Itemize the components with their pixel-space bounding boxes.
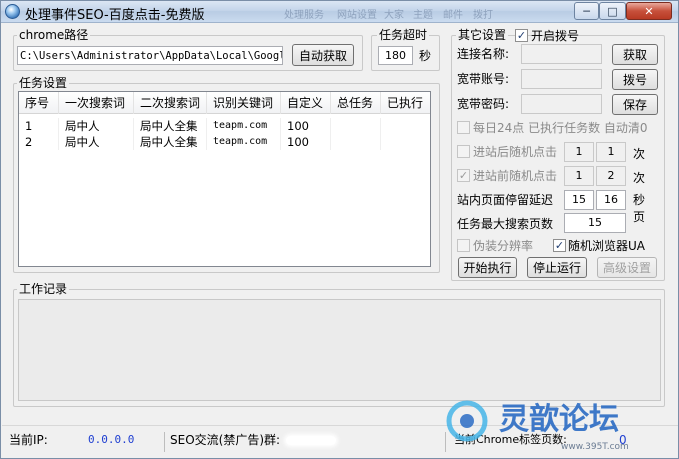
before-random-checkbox[interactable]: ✓	[457, 169, 470, 182]
dialup-checkbox[interactable]: ✓	[515, 29, 528, 42]
minimize-icon: ─	[583, 4, 590, 18]
random-ua-checkbox[interactable]: ✓	[553, 239, 566, 252]
fake-res-checkbox[interactable]	[457, 239, 470, 252]
account-input[interactable]	[521, 69, 602, 89]
password-label: 宽带密码:	[457, 97, 510, 111]
window-title: 处理事件SEO-百度点击-免费版	[25, 8, 205, 23]
timeout-label: 任务超时	[377, 28, 430, 42]
table-cell: 2	[19, 134, 59, 150]
task-table[interactable]: 序号 一次搜索词 二次搜索词 识别关键词 自定义 总任务 已执行 1 局中人 局…	[18, 91, 431, 267]
watermark-url: www.395T.com	[561, 442, 629, 452]
task-settings-label: 任务设置	[17, 76, 70, 90]
title-bar[interactable]: 处理事件SEO-百度点击-免费版 处理服务 网站设置 大家 主题 邮件 拨打 ─…	[1, 1, 678, 23]
table-cell	[381, 118, 430, 134]
main-window: 处理事件SEO-百度点击-免费版 处理服务 网站设置 大家 主题 邮件 拨打 ─…	[0, 0, 679, 459]
column-header[interactable]: 序号	[19, 92, 59, 114]
minimize-button[interactable]: ─	[574, 2, 599, 20]
before-max-input[interactable]: 2	[596, 166, 626, 186]
dwell-label: 站内页面停留延迟	[457, 193, 554, 207]
fake-res-label: 伪装分辨率	[473, 239, 534, 253]
work-log-area[interactable]	[18, 299, 661, 401]
advanced-button[interactable]: 高级设置	[597, 257, 657, 278]
ghost-title-text: 网站设置	[337, 10, 377, 21]
table-cell	[331, 134, 381, 150]
blurred-group-number	[286, 436, 336, 445]
column-header[interactable]: 识别关键词	[207, 92, 281, 114]
table-cell: 局中人	[59, 134, 134, 150]
before-random-label: 进站前随机点击	[473, 169, 558, 183]
conn-name-label: 连接名称:	[457, 47, 510, 61]
close-button[interactable]: ✕	[626, 2, 672, 20]
table-cell: 局中人全集	[134, 118, 207, 134]
start-button[interactable]: 开始执行	[458, 257, 517, 278]
column-header[interactable]: 已执行	[381, 92, 430, 114]
ghost-title-text: 大家	[384, 10, 404, 21]
account-label: 宽带账号:	[457, 72, 510, 86]
table-cell: teapm.com	[207, 134, 281, 150]
app-logo-icon	[5, 4, 20, 19]
table-cell	[331, 118, 381, 134]
before-unit: 次	[633, 171, 646, 185]
table-cell: 1	[19, 118, 59, 134]
after-random-label: 进站后随机点击	[473, 145, 558, 159]
after-min-input[interactable]: 1	[564, 142, 594, 162]
dial-button[interactable]: 拨号	[612, 69, 658, 90]
close-icon: ✕	[644, 4, 654, 18]
random-ua-label: 随机浏览器UA	[568, 239, 645, 253]
ghost-title-text: 主题	[413, 10, 433, 21]
table-cell: 局中人全集	[134, 134, 207, 150]
conn-name-input[interactable]	[521, 44, 602, 64]
watermark-dot-icon	[460, 414, 474, 428]
table-header: 序号 一次搜索词 二次搜索词 识别关键词 自定义 总任务 已执行	[19, 92, 430, 114]
table-cell: 100	[281, 134, 331, 150]
timeout-unit: 秒	[419, 49, 432, 63]
ghost-title-text: 处理服务	[284, 10, 324, 21]
daily-reset-label: 每日24点 已执行任务数 自动清0	[473, 121, 648, 135]
table-cell: 100	[281, 118, 331, 134]
work-log-label: 工作记录	[17, 282, 70, 296]
pages-unit: 页	[633, 210, 646, 224]
before-min-input[interactable]: 1	[564, 166, 594, 186]
column-header[interactable]: 总任务	[331, 92, 381, 114]
max-pages-input[interactable]: 15	[564, 213, 626, 233]
timeout-input[interactable]: 180	[378, 46, 413, 65]
ip-label: 当前IP:	[9, 433, 48, 447]
table-row[interactable]: 1 局中人 局中人全集 teapm.com 100	[19, 118, 430, 134]
column-header[interactable]: 一次搜索词	[59, 92, 134, 114]
stop-button[interactable]: 停止运行	[527, 257, 587, 278]
chrome-path-input[interactable]: C:\Users\Administrator\AppData\Local\Goo…	[17, 46, 283, 65]
ghost-title-text: 邮件	[443, 10, 463, 21]
watermark-brand: 灵歆论坛	[499, 402, 619, 437]
qq-group-label: SEO交流(禁广告)群:	[170, 433, 281, 447]
column-header[interactable]: 二次搜索词	[134, 92, 207, 114]
ghost-title-text: 拨打	[473, 10, 493, 21]
save-button[interactable]: 保存	[612, 94, 658, 115]
auto-get-button[interactable]: 自动获取	[292, 44, 354, 66]
password-input[interactable]	[521, 94, 602, 114]
watermark-logo: 灵歆论坛 www.395T.com	[446, 400, 629, 452]
ip-value: 0.0.0.0	[88, 433, 135, 446]
maximize-button[interactable]: □	[599, 2, 626, 20]
get-button[interactable]: 获取	[612, 44, 658, 65]
maximize-icon: □	[607, 4, 618, 18]
table-cell	[381, 134, 430, 150]
table-cell: 局中人	[59, 118, 134, 134]
chrome-path-label: chrome路径	[17, 28, 91, 42]
max-pages-label: 任务最大搜索页数	[457, 217, 554, 231]
table-row[interactable]: 2 局中人 局中人全集 teapm.com 100	[19, 134, 430, 150]
other-settings-label: 其它设置	[456, 28, 509, 42]
status-separator	[164, 432, 165, 452]
dwell-unit: 秒	[633, 193, 646, 207]
table-cell: teapm.com	[207, 118, 281, 134]
after-max-input[interactable]: 1	[596, 142, 626, 162]
dwell-min-input[interactable]: 15	[564, 190, 594, 210]
daily-reset-checkbox[interactable]	[457, 121, 470, 134]
dialup-label: 开启拨号	[531, 29, 580, 43]
after-random-checkbox[interactable]	[457, 145, 470, 158]
dwell-max-input[interactable]: 16	[596, 190, 626, 210]
after-unit: 次	[633, 147, 646, 161]
column-header[interactable]: 自定义	[281, 92, 331, 114]
